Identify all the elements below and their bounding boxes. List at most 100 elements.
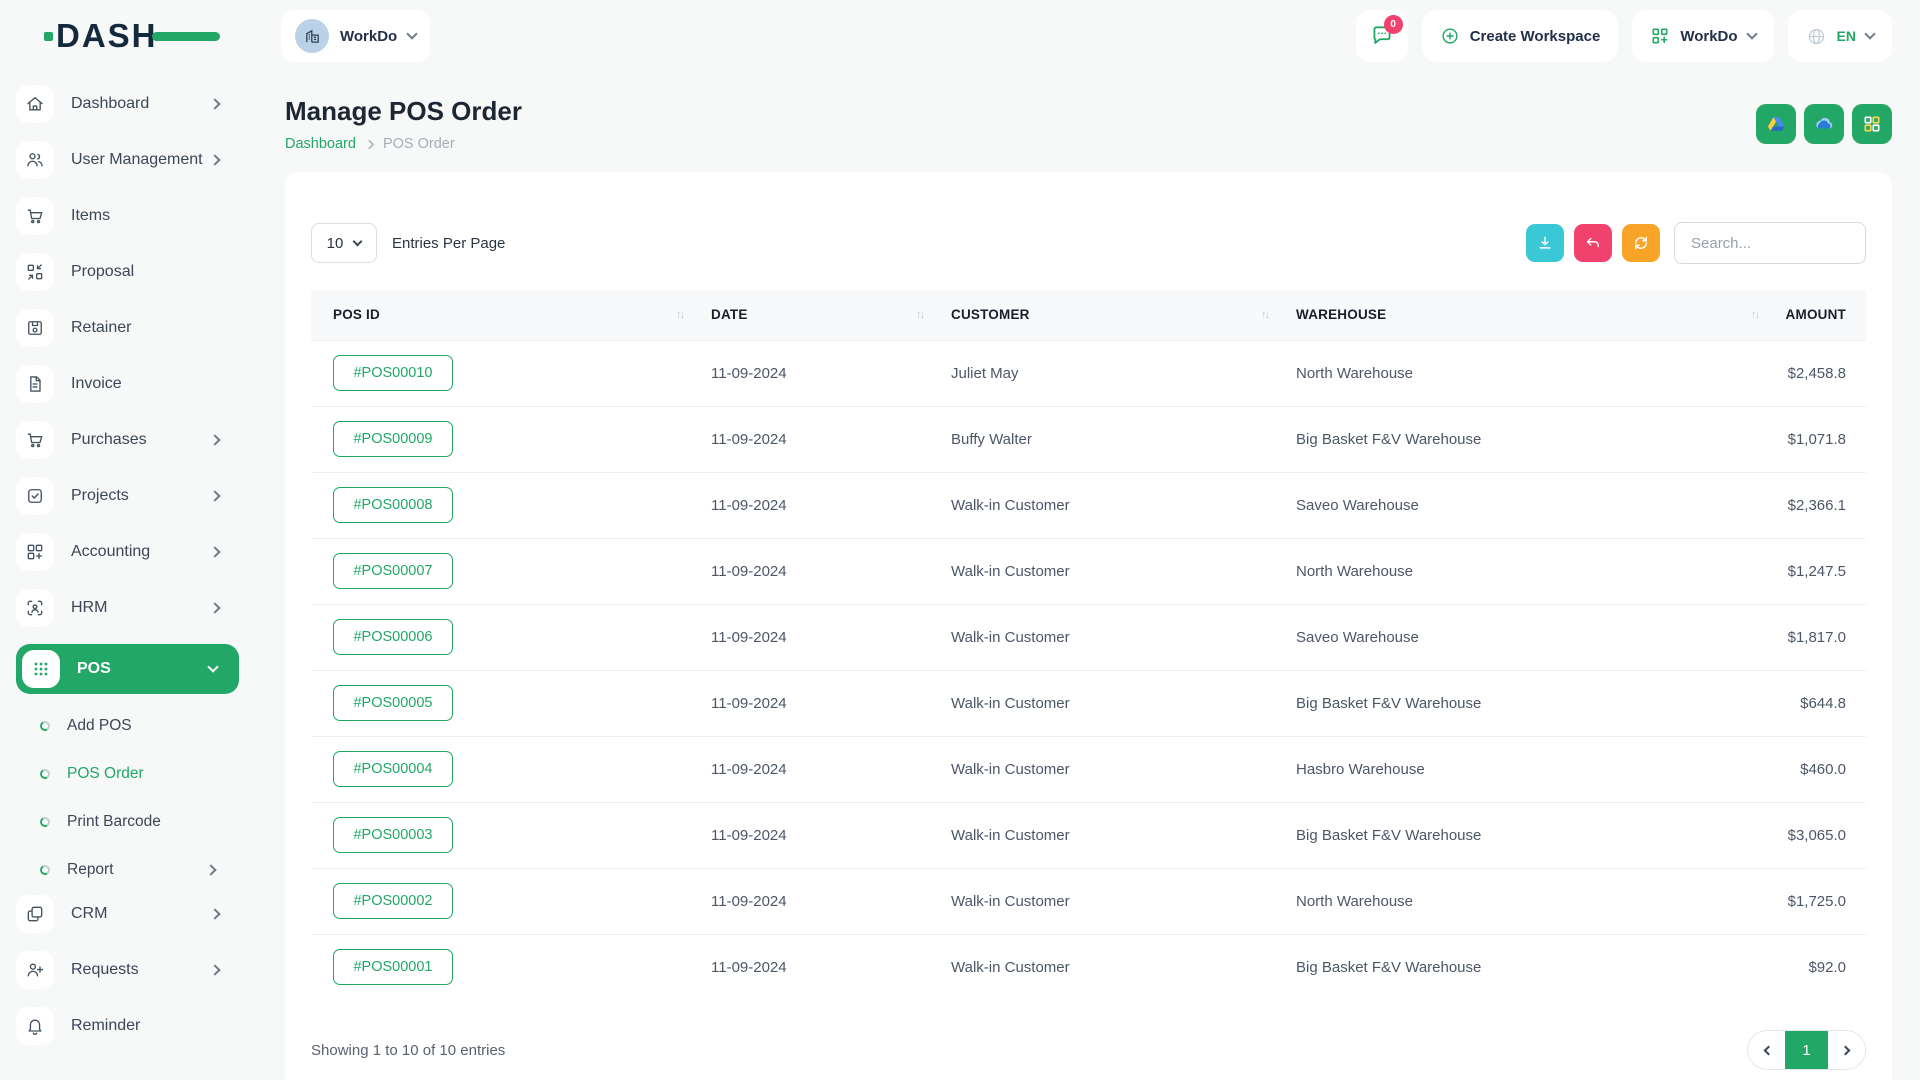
customer-cell: Walk-in Customer: [935, 868, 1280, 934]
users-icon: [16, 141, 54, 179]
messages-count-badge: 0: [1384, 15, 1403, 34]
pos-id-badge[interactable]: #POS00008: [333, 487, 453, 523]
column-header-customer[interactable]: CUSTOMER↑↓: [935, 290, 1280, 340]
amount-cell: $3,065.0: [1770, 802, 1866, 868]
pos-id-badge[interactable]: #POS00001: [333, 949, 453, 985]
sidebar-subitem-add-pos[interactable]: Add POS: [16, 702, 253, 750]
topbar: DASH WorkDo 0 Create Workspace: [0, 0, 1920, 72]
chevron-down-icon: [1864, 28, 1875, 39]
pagination-next-button[interactable]: [1828, 1031, 1865, 1069]
undo-arrow-icon: [1584, 234, 1602, 252]
undo-button[interactable]: [1574, 224, 1612, 262]
sort-icon[interactable]: ↑↓: [1261, 309, 1268, 321]
pos-id-badge[interactable]: #POS00003: [333, 817, 453, 853]
sidebar-item-pos[interactable]: POS: [16, 644, 239, 694]
page-header-actions: [1756, 104, 1892, 144]
amount-cell: $2,366.1: [1770, 472, 1866, 538]
warehouse-cell: Big Basket F&V Warehouse: [1280, 670, 1770, 736]
column-header-date[interactable]: DATE↑↓: [695, 290, 935, 340]
entries-per-page-select[interactable]: 10: [311, 223, 377, 263]
chevron-down-icon: [353, 236, 363, 246]
pagination-prev-button[interactable]: [1748, 1031, 1785, 1069]
customer-cell: Walk-in Customer: [935, 802, 1280, 868]
customer-cell: Walk-in Customer: [935, 736, 1280, 802]
date-cell: 11-09-2024: [695, 670, 935, 736]
sidebar-subitem-pos-order[interactable]: POS Order: [16, 750, 253, 798]
sidebar-item-dashboard[interactable]: Dashboard: [16, 84, 253, 124]
column-header-amount[interactable]: AMOUNT: [1770, 290, 1866, 340]
grid-icon: [1862, 114, 1882, 134]
warehouse-cell: Saveo Warehouse: [1280, 472, 1770, 538]
amount-cell: $92.0: [1770, 934, 1866, 1000]
sidebar-item-invoice[interactable]: Invoice: [16, 364, 253, 404]
amount-cell: $644.8: [1770, 670, 1866, 736]
sidebar-item-label: Projects: [71, 487, 129, 505]
sidebar-subitem-print-barcode[interactable]: Print Barcode: [16, 798, 253, 846]
breadcrumb-dashboard-link[interactable]: Dashboard: [285, 136, 356, 152]
sort-icon[interactable]: ↑↓: [676, 309, 683, 321]
pos-id-badge[interactable]: #POS00004: [333, 751, 453, 787]
table-row: #POS00004 11-09-2024 Walk-in Customer Ha…: [311, 736, 1866, 802]
workspace-selector[interactable]: WorkDo: [281, 10, 430, 62]
sidebar-item-retainer[interactable]: Retainer: [16, 308, 253, 348]
table-row: #POS00006 11-09-2024 Walk-in Customer Sa…: [311, 604, 1866, 670]
pos-id-badge[interactable]: #POS00005: [333, 685, 453, 721]
google-drive-button[interactable]: [1756, 104, 1796, 144]
customer-cell: Walk-in Customer: [935, 538, 1280, 604]
column-header-warehouse[interactable]: WAREHOUSE↑↓: [1280, 290, 1770, 340]
workspace-name: WorkDo: [340, 28, 397, 45]
sidebar-item-accounting[interactable]: Accounting: [16, 532, 253, 572]
pos-id-badge[interactable]: #POS00010: [333, 355, 453, 391]
sidebar-item-hrm[interactable]: HRM: [16, 588, 253, 628]
grid-view-button[interactable]: [1852, 104, 1892, 144]
pagination-page-1[interactable]: 1: [1785, 1031, 1828, 1069]
pos-orders-table: POS ID↑↓ DATE↑↓ CUSTOMER↑↓ WAREHOUSE↑↓ A…: [311, 290, 1866, 1000]
onedrive-button[interactable]: [1804, 104, 1844, 144]
sidebar-item-reminder[interactable]: Reminder: [16, 1006, 253, 1046]
customer-cell: Juliet May: [935, 340, 1280, 406]
sidebar-item-label: Reminder: [71, 1017, 140, 1035]
chevron-right-icon: [209, 154, 220, 165]
sidebar-subitem-label: Report: [67, 861, 114, 879]
chevron-right-icon: [205, 864, 216, 875]
person-plus-icon: [16, 951, 54, 989]
sort-icon[interactable]: ↑↓: [1751, 309, 1758, 321]
language-selector[interactable]: EN: [1788, 10, 1892, 62]
pos-id-badge[interactable]: #POS00009: [333, 421, 453, 457]
pos-id-badge[interactable]: #POS00007: [333, 553, 453, 589]
date-cell: 11-09-2024: [695, 604, 935, 670]
create-workspace-button[interactable]: Create Workspace: [1422, 10, 1619, 62]
date-cell: 11-09-2024: [695, 934, 935, 1000]
workdo-menu-button[interactable]: WorkDo: [1632, 10, 1773, 62]
sidebar-item-items[interactable]: Items: [16, 196, 253, 236]
sort-icon[interactable]: ↑↓: [916, 309, 923, 321]
export-download-button[interactable]: [1526, 224, 1564, 262]
home-icon: [16, 85, 54, 123]
sidebar-item-crm[interactable]: CRM: [16, 894, 253, 934]
pos-id-badge[interactable]: #POS00006: [333, 619, 453, 655]
app-logo[interactable]: DASH: [56, 17, 281, 55]
messages-button[interactable]: 0: [1356, 10, 1408, 62]
warehouse-cell: North Warehouse: [1280, 868, 1770, 934]
overlapping-windows-icon: [16, 895, 54, 933]
sidebar-subitem-label: POS Order: [67, 765, 144, 783]
amount-cell: $1,071.8: [1770, 406, 1866, 472]
google-drive-icon: [1765, 113, 1787, 135]
workspace-avatar: [295, 19, 329, 53]
sidebar-subitem-report[interactable]: Report: [16, 846, 253, 894]
main-content: Manage POS Order Dashboard POS Order: [253, 72, 1920, 1080]
sidebar-item-proposal[interactable]: Proposal: [16, 252, 253, 292]
sidebar-item-requests[interactable]: Requests: [16, 950, 253, 990]
search-input[interactable]: [1674, 222, 1866, 264]
sidebar-item-purchases[interactable]: Purchases: [16, 420, 253, 460]
chevron-right-icon: [209, 546, 220, 557]
warehouse-cell: Big Basket F&V Warehouse: [1280, 406, 1770, 472]
pos-id-badge[interactable]: #POS00002: [333, 883, 453, 919]
customer-cell: Walk-in Customer: [935, 934, 1280, 1000]
table-row: #POS00005 11-09-2024 Walk-in Customer Bi…: [311, 670, 1866, 736]
sidebar-item-projects[interactable]: Projects: [16, 476, 253, 516]
sidebar-item-user-management[interactable]: User Management: [16, 140, 253, 180]
refresh-button[interactable]: [1622, 224, 1660, 262]
entries-per-page-value: 10: [327, 235, 344, 252]
column-header-pos-id[interactable]: POS ID↑↓: [311, 290, 695, 340]
